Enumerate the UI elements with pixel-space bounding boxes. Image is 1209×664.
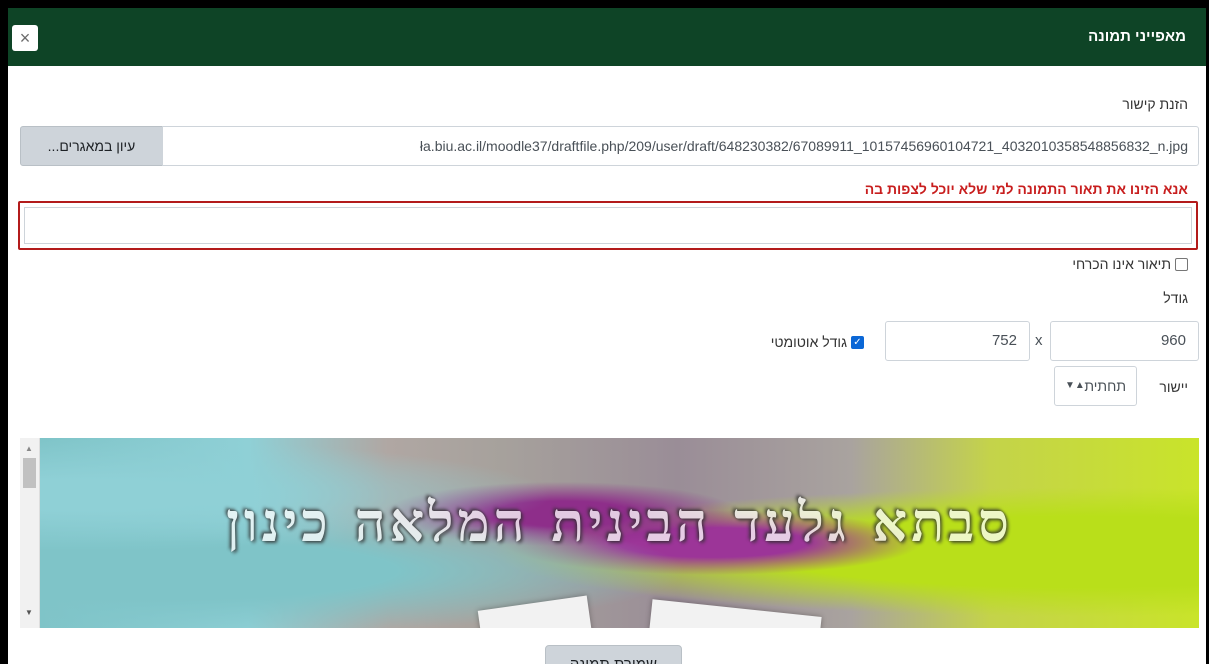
dialog-title: מאפייני תמונה xyxy=(1088,28,1186,45)
image-properties-dialog: × מאפייני תמונה הזנת קישור עיון במאגרים.… xyxy=(0,0,1209,664)
image-card xyxy=(477,595,593,628)
size-separator: x xyxy=(1035,332,1043,349)
save-image-button[interactable]: שמירת תמונה xyxy=(545,645,682,664)
alignment-select[interactable]: תחתית ▲▼ xyxy=(1054,366,1137,406)
auto-size-label: גודל אוטומטי xyxy=(770,334,847,350)
description-error: אנא הזינו את תאור התמונה למי שלא יוכל לצ… xyxy=(864,181,1188,197)
image-preview: ▲ ▼ סבתא גלעד הבינית המלאה כינון xyxy=(20,438,1199,628)
width-input[interactable]: 960 xyxy=(1050,321,1199,361)
url-label: הזנת קישור xyxy=(1122,96,1188,112)
auto-size-checkbox[interactable]: ✓ xyxy=(851,335,864,349)
description-not-required-checkbox[interactable] xyxy=(1175,257,1188,271)
dialog-titlebar: × מאפייני תמונה xyxy=(8,8,1206,66)
preview-scrollbar[interactable]: ▲ ▼ xyxy=(20,438,40,628)
browse-repositories-button[interactable]: עיון במאגרים... xyxy=(20,126,163,166)
url-row: עיון במאגרים... ła.biu.ac.il/moodle37/dr… xyxy=(20,126,1199,166)
scroll-up-icon[interactable]: ▲ xyxy=(25,444,33,453)
alignment-label: יישור xyxy=(1159,379,1188,395)
image-card xyxy=(648,599,822,628)
scroll-down-icon[interactable]: ▼ xyxy=(25,608,33,617)
scroll-thumb[interactable] xyxy=(23,458,36,488)
alignment-selected-value: תחתית xyxy=(1084,378,1126,394)
description-not-required-label: תיאור אינו הכרחי xyxy=(1072,256,1171,272)
image-description-field[interactable] xyxy=(18,201,1198,250)
height-input[interactable]: 752 xyxy=(885,321,1030,361)
size-label: גודל xyxy=(1163,290,1188,306)
auto-size-row: ✓ גודל אוטומטי xyxy=(771,334,864,350)
url-input[interactable]: ła.biu.ac.il/moodle37/draftfile.php/209/… xyxy=(162,126,1199,166)
preview-image: סבתא גלעד הבינית המלאה כינון xyxy=(40,438,1199,628)
description-not-required-row: תיאור אינו הכרחי xyxy=(1072,256,1188,272)
image-description-input[interactable] xyxy=(24,207,1192,244)
close-button[interactable]: × xyxy=(12,25,38,51)
close-icon: × xyxy=(19,28,31,48)
preview-image-text: סבתא גלעד הבינית המלאה כינון xyxy=(226,490,1013,554)
select-arrows-icon: ▲▼ xyxy=(1065,380,1085,391)
